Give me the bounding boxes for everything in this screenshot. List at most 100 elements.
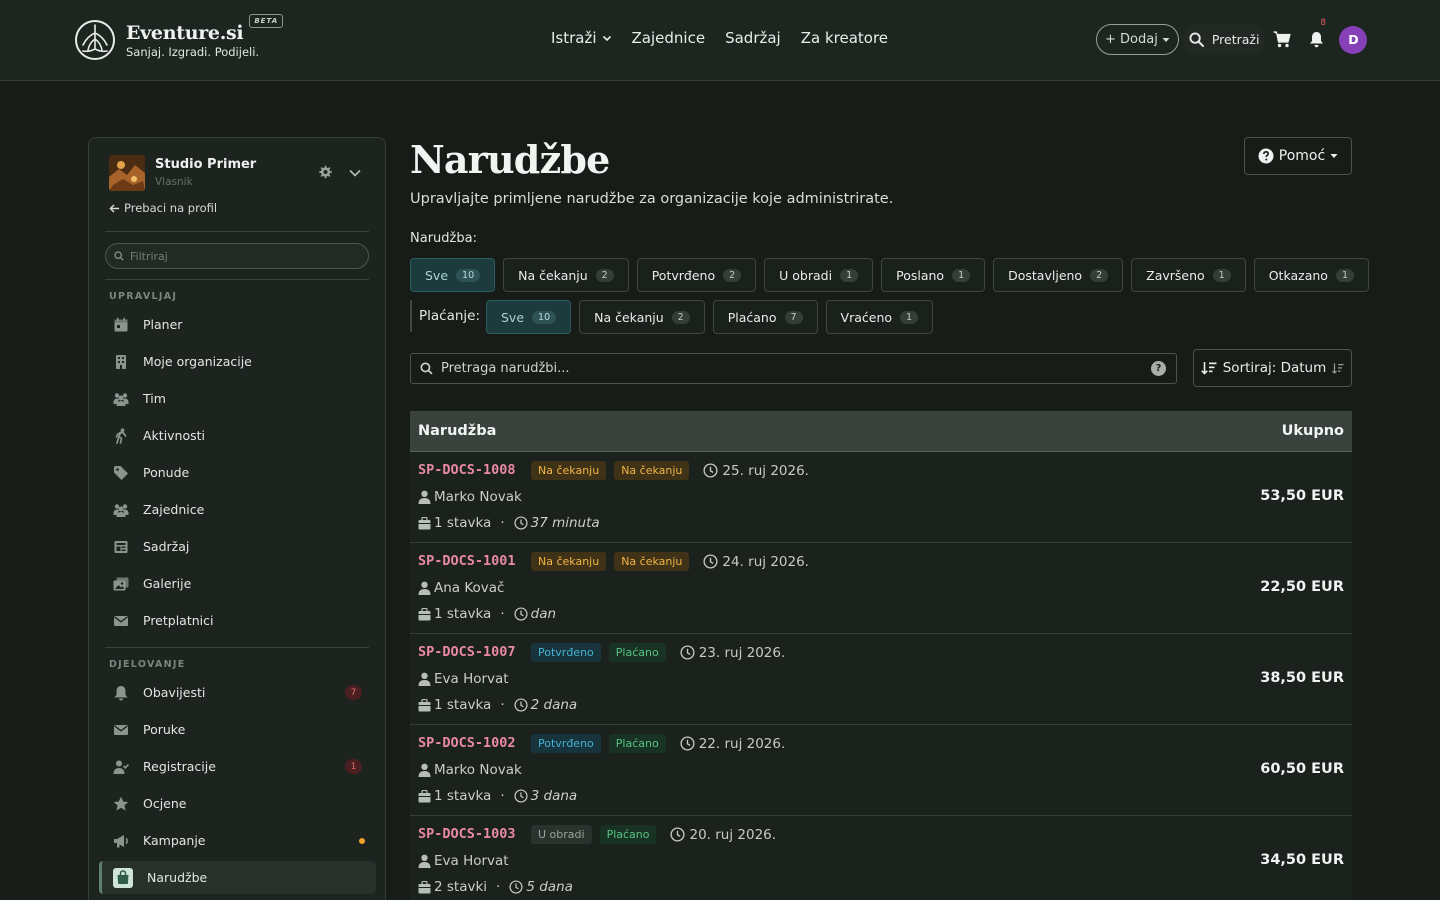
order-filter-pending[interactable]: Na čekanju 2 bbox=[503, 258, 629, 292]
chip-label: U obradi bbox=[779, 267, 833, 283]
chevron-down-icon[interactable] bbox=[348, 166, 362, 180]
add-button[interactable]: + Dodaj bbox=[1096, 24, 1179, 55]
notification-count: 8 bbox=[1320, 18, 1326, 28]
order-filter-cancelled[interactable]: Otkazano 1 bbox=[1253, 258, 1369, 292]
sidebar-item-orders[interactable]: Narudžbe bbox=[99, 861, 376, 894]
customer-name: Marko Novak bbox=[434, 762, 522, 778]
switch-profile-label: Prebaci na profil bbox=[124, 201, 218, 215]
table-row[interactable]: SP-DOCS-1001 Na čekanju Na čekanju 24. r… bbox=[410, 543, 1352, 634]
order-date: 23. ruj 2026. bbox=[680, 645, 785, 661]
relative-time: 5 dana bbox=[526, 879, 573, 895]
calendar-icon bbox=[114, 317, 128, 331]
section-title-manage: UPRAVLJAJ bbox=[109, 291, 178, 302]
content-icon bbox=[114, 540, 128, 553]
chip-label: Otkazano bbox=[1268, 267, 1328, 283]
sidebar-item-notifications[interactable]: Obavijesti 7 bbox=[99, 676, 376, 709]
chip-label: Na čekanju bbox=[518, 267, 588, 283]
chip-count: 7 bbox=[784, 310, 803, 324]
sidebar-item-label: Moje organizacije bbox=[143, 354, 252, 369]
clock-icon bbox=[509, 880, 523, 894]
order-filter-confirmed[interactable]: Potvrđeno 2 bbox=[636, 258, 757, 292]
chip-label: Sve bbox=[425, 267, 449, 283]
clock-icon bbox=[703, 554, 718, 569]
user-icon bbox=[418, 763, 431, 777]
table-row[interactable]: SP-DOCS-1002 Potvrđeno Plaćano 22. ruj 2… bbox=[410, 725, 1352, 816]
table-row[interactable]: SP-DOCS-1003 U obradi Plaćano 20. ruj 20… bbox=[410, 816, 1352, 900]
table-row[interactable]: SP-DOCS-1008 Na čekanju Na čekanju 25. r… bbox=[410, 452, 1352, 543]
building-icon bbox=[116, 354, 126, 369]
order-search[interactable]: ? bbox=[410, 353, 1177, 384]
order-id[interactable]: SP-DOCS-1003 bbox=[418, 826, 516, 842]
sidebar-filter[interactable] bbox=[105, 243, 369, 269]
payment-status-badge: Plaćano bbox=[608, 643, 666, 662]
table-header: Narudžba Ukupno bbox=[410, 411, 1352, 452]
notifications-button[interactable]: 8 bbox=[1299, 18, 1333, 55]
nav-explore[interactable]: Istraži bbox=[551, 29, 612, 47]
payment-filter-all[interactable]: Sve 10 bbox=[486, 300, 572, 334]
column-header-total[interactable]: Ukupno bbox=[1282, 423, 1344, 439]
chip-label: Sve bbox=[501, 309, 525, 325]
payment-status-filters: Sve 10 Na čekanju 2 Plaćano 7 Vraćeno 1 bbox=[486, 300, 934, 334]
clock-icon bbox=[670, 827, 686, 842]
order-tags: Potvrđeno Plaćano 23. ruj 2026. bbox=[531, 643, 785, 662]
sidebar-item-content[interactable]: Sadržaj bbox=[99, 530, 376, 563]
sidebar-item-offers[interactable]: Ponude bbox=[99, 456, 376, 489]
order-filter-processing[interactable]: U obradi 1 bbox=[764, 258, 874, 292]
separator-dot: · bbox=[500, 515, 505, 531]
order-id[interactable]: SP-DOCS-1001 bbox=[418, 553, 516, 569]
sidebar-item-subscribers[interactable]: Pretplatnici bbox=[99, 604, 376, 637]
nav-creators[interactable]: Za kreatore bbox=[801, 29, 888, 47]
order-filter-completed[interactable]: Završeno 1 bbox=[1131, 258, 1246, 292]
order-id[interactable]: SP-DOCS-1002 bbox=[418, 735, 516, 751]
sidebar-item-team[interactable]: Tim bbox=[99, 382, 376, 415]
nav-content[interactable]: Sadržaj bbox=[725, 29, 781, 47]
gear-icon[interactable] bbox=[318, 165, 332, 179]
search-button[interactable]: Pretraži bbox=[1182, 24, 1266, 55]
sidebar-item-campaigns[interactable]: Kampanje bbox=[99, 824, 376, 857]
sidebar-item-planner[interactable]: Planer bbox=[99, 308, 376, 341]
sidebar-item-galleries[interactable]: Galerije bbox=[99, 567, 376, 600]
sidebar-filter-input[interactable] bbox=[130, 249, 350, 263]
user-icon bbox=[418, 490, 431, 504]
switch-to-profile-link[interactable]: Prebaci na profil bbox=[109, 201, 217, 215]
chip-count: 1 bbox=[1335, 268, 1354, 282]
order-tags: Na čekanju Na čekanju 24. ruj 2026. bbox=[531, 552, 809, 571]
brand[interactable]: Eventure.si BETA Sanjaj. Izgradi. Podije… bbox=[74, 14, 284, 61]
order-id[interactable]: SP-DOCS-1008 bbox=[418, 462, 516, 478]
sidebar-item-ratings[interactable]: Ocjene bbox=[99, 787, 376, 820]
user-check-icon bbox=[113, 760, 129, 774]
payment-filter-pending[interactable]: Na čekanju 2 bbox=[579, 300, 705, 334]
org-role: Vlasnik bbox=[155, 176, 193, 188]
chip-label: Vraćeno bbox=[840, 309, 893, 325]
top-navbar: Eventure.si BETA Sanjaj. Izgradi. Podije… bbox=[0, 0, 1440, 81]
search-help-icon[interactable]: ? bbox=[1151, 361, 1166, 376]
package-icon bbox=[418, 607, 431, 620]
sort-button-label: Sortiraj: Datum bbox=[1222, 360, 1327, 376]
user-avatar[interactable]: D bbox=[1339, 25, 1368, 54]
payment-filter-refunded[interactable]: Vraćeno 1 bbox=[825, 300, 934, 334]
sidebar-item-label: Narudžbe bbox=[147, 870, 208, 885]
sidebar-item-communities[interactable]: Zajednice bbox=[99, 493, 376, 526]
sidebar-item-messages[interactable]: Poruke bbox=[99, 713, 376, 746]
clock-icon bbox=[680, 645, 695, 660]
order-search-input[interactable] bbox=[441, 361, 1131, 376]
sidebar-item-organizations[interactable]: Moje organizacije bbox=[99, 345, 376, 378]
sort-button[interactable]: Sortiraj: Datum bbox=[1193, 349, 1352, 387]
community-icon bbox=[113, 503, 129, 517]
payment-filter-paid[interactable]: Plaćano 7 bbox=[712, 300, 818, 334]
nav-communities[interactable]: Zajednice bbox=[632, 29, 706, 47]
order-id[interactable]: SP-DOCS-1007 bbox=[418, 644, 516, 660]
order-filter-shipped[interactable]: Poslano 1 bbox=[881, 258, 986, 292]
column-header-order[interactable]: Narudžba bbox=[418, 423, 496, 439]
sidebar-item-activities[interactable]: Aktivnosti bbox=[99, 419, 376, 452]
customer-name: Eva Horvat bbox=[434, 853, 509, 869]
order-filter-delivered[interactable]: Dostavljeno 2 bbox=[993, 258, 1124, 292]
org-avatar[interactable] bbox=[109, 155, 145, 191]
package-icon bbox=[418, 880, 431, 893]
cart-button[interactable] bbox=[1265, 24, 1299, 55]
help-button[interactable]: Pomoć bbox=[1244, 137, 1352, 175]
megaphone-icon bbox=[114, 834, 128, 847]
table-row[interactable]: SP-DOCS-1007 Potvrđeno Plaćano 23. ruj 2… bbox=[410, 634, 1352, 725]
sidebar-item-registrations[interactable]: Registracije 1 bbox=[99, 750, 376, 783]
order-filter-all[interactable]: Sve 10 bbox=[410, 258, 496, 292]
